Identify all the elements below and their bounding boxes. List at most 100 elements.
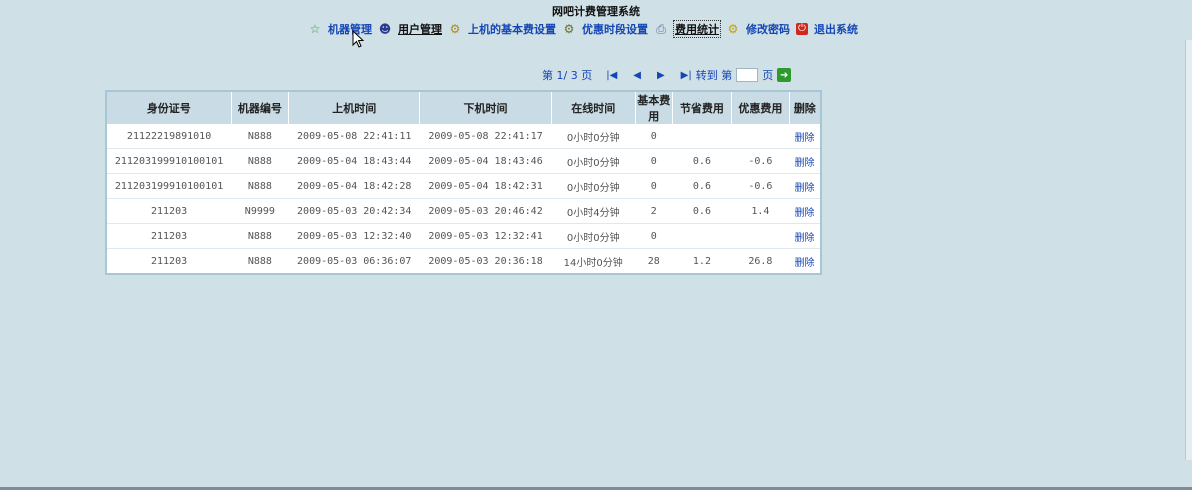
top-nav: ☆ 机器管理 ☻ 用户管理 ⚙ 上机的基本费设置 ⚙ 优惠时段设置 ⎙ 费用统计…: [308, 20, 864, 38]
delete-cell: 删除: [789, 223, 821, 249]
machine-id-cell: N888: [231, 124, 289, 149]
nav-label: 费用统计: [673, 20, 721, 38]
table-row: 211203199910100101 N888 2009-05-04 18:42…: [106, 173, 821, 199]
column-header: 节省费用: [672, 91, 733, 124]
logout-time-cell: 2009-05-04 18:43:46: [419, 148, 552, 174]
page-number-input[interactable]: [736, 68, 759, 82]
login-time-cell: 2009-05-03 06:36:07: [288, 248, 420, 275]
logout-time-cell: 2009-05-03 12:32:41: [419, 223, 552, 249]
machine-id-cell: N888: [231, 173, 289, 199]
discount-fee-cell: 1.4: [731, 198, 790, 224]
column-header: 优惠费用: [731, 91, 790, 124]
goto-label: 转到 第: [695, 69, 733, 82]
base-fee-cell: 0: [635, 124, 673, 149]
nav-label: 修改密码: [746, 23, 790, 36]
delete-cell: 删除: [789, 248, 821, 275]
next-page-icon[interactable]: ▶: [657, 70, 665, 81]
nav-logout[interactable]: ⏻ 退出系统: [796, 21, 858, 37]
key-icon: ⚙: [727, 22, 739, 36]
discount-fee-cell: -0.6: [731, 173, 790, 199]
table-row: 211203 N9999 2009-05-03 20:42:34 2009-05…: [106, 198, 821, 224]
saved-fee-cell: 0.6: [672, 173, 732, 199]
delete-link[interactable]: 删除: [795, 133, 815, 144]
column-header: 下机时间: [419, 91, 552, 124]
logout-time-cell: 2009-05-03 20:36:18: [419, 248, 552, 275]
table-row: 211203 N888 2009-05-03 06:36:07 2009-05-…: [106, 248, 821, 275]
discount-fee-cell: -0.6: [731, 148, 790, 174]
nav-label: 上机的基本费设置: [468, 23, 556, 36]
nav-label: 用户管理: [398, 23, 442, 36]
nav-label: 优惠时段设置: [582, 23, 648, 36]
delete-link[interactable]: 删除: [795, 183, 815, 194]
fee-records-table: 身份证号 机器编号 上机时间 下机时间 在线时间 基本费用 节省费用 优惠费用 …: [105, 90, 822, 275]
page-indicator: 第 1/ 3 页: [542, 69, 593, 82]
id-number-cell: 211203199910100101: [106, 148, 232, 174]
nav-user-management[interactable]: ☻ 用户管理: [378, 21, 442, 37]
saved-fee-cell: [672, 124, 732, 149]
delete-link[interactable]: 删除: [795, 258, 815, 269]
login-time-cell: 2009-05-04 18:43:44: [288, 148, 420, 174]
power-icon: ⏻: [796, 23, 808, 35]
base-fee-cell: 0: [635, 223, 673, 249]
nav-discount-period-settings[interactable]: ⚙ 优惠时段设置: [562, 21, 648, 37]
column-header: 删除: [789, 91, 822, 124]
nav-change-password[interactable]: ⚙ 修改密码: [726, 21, 790, 37]
logout-time-cell: 2009-05-04 18:42:31: [419, 173, 552, 199]
delete-cell: 删除: [789, 198, 821, 224]
online-duration-cell: 0小时0分钟: [551, 223, 636, 249]
delete-link[interactable]: 删除: [795, 158, 815, 169]
login-time-cell: 2009-05-08 22:41:11: [288, 124, 420, 149]
online-duration-cell: 14小时0分钟: [551, 248, 636, 275]
logout-time-cell: 2009-05-03 20:46:42: [419, 198, 552, 224]
last-page-icon[interactable]: ▶|: [681, 70, 692, 81]
discount-fee-cell: [731, 223, 790, 249]
gear-icon: ⚙: [449, 22, 461, 36]
column-header: 基本费用: [635, 91, 673, 124]
base-fee-cell: 2: [635, 198, 673, 224]
vertical-scrollbar[interactable]: [1185, 40, 1192, 460]
online-duration-cell: 0小时4分钟: [551, 198, 636, 224]
nav-base-fee-settings[interactable]: ⚙ 上机的基本费设置: [448, 21, 556, 37]
table-row: 211203199910100101 N888 2009-05-04 18:43…: [106, 148, 821, 174]
star-icon: ☆: [309, 22, 321, 36]
delete-link[interactable]: 删除: [795, 233, 815, 244]
prev-page-icon[interactable]: ◀: [633, 70, 641, 81]
base-fee-cell: 0: [635, 173, 673, 199]
machine-id-cell: N888: [231, 248, 289, 275]
id-number-cell: 211203: [106, 198, 232, 224]
id-number-cell: 21122219891010: [106, 124, 232, 149]
delete-link[interactable]: 删除: [795, 208, 815, 219]
column-header: 上机时间: [288, 91, 421, 124]
delete-cell: 删除: [789, 148, 821, 174]
gear-icon: ⚙: [563, 22, 575, 36]
discount-fee-cell: [731, 124, 790, 149]
delete-cell: 删除: [789, 124, 821, 149]
base-fee-cell: 0: [635, 148, 673, 174]
nav-fee-statistics[interactable]: ⎙ 费用统计: [654, 20, 721, 38]
saved-fee-cell: 0.6: [672, 198, 732, 224]
printer-icon: ⎙: [656, 22, 666, 36]
online-duration-cell: 0小时0分钟: [551, 173, 636, 199]
base-fee-cell: 28: [635, 248, 673, 275]
id-number-cell: 211203: [106, 248, 232, 275]
app-title: 网吧计费管理系统: [552, 5, 640, 18]
page-suffix: 页: [762, 69, 774, 82]
online-duration-cell: 0小时0分钟: [551, 148, 636, 174]
mouse-cursor-icon: [352, 30, 365, 48]
logout-time-cell: 2009-05-08 22:41:17: [419, 124, 552, 149]
first-page-icon[interactable]: |◀: [606, 70, 617, 81]
delete-cell: 删除: [789, 173, 821, 199]
go-arrow-icon[interactable]: ➜: [777, 68, 792, 82]
saved-fee-cell: [672, 223, 732, 249]
table-header-row: 身份证号 机器编号 上机时间 下机时间 在线时间 基本费用 节省费用 优惠费用 …: [106, 91, 822, 124]
discount-fee-cell: 26.8: [731, 248, 790, 275]
id-number-cell: 211203199910100101: [106, 173, 232, 199]
login-time-cell: 2009-05-03 20:42:34: [288, 198, 420, 224]
machine-id-cell: N9999: [231, 198, 289, 224]
id-number-cell: 211203: [106, 223, 232, 249]
saved-fee-cell: 1.2: [672, 248, 732, 275]
nav-label: 退出系统: [814, 23, 858, 36]
saved-fee-cell: 0.6: [672, 148, 732, 174]
column-header: 机器编号: [231, 91, 290, 124]
machine-id-cell: N888: [231, 148, 289, 174]
